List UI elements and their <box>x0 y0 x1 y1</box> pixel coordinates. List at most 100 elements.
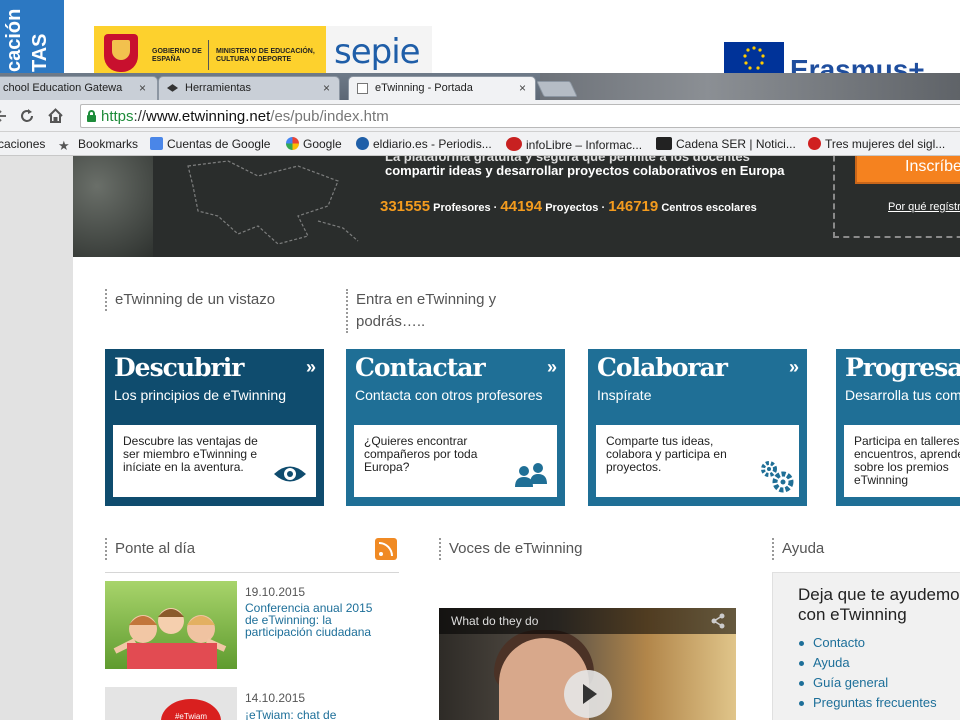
card-text: ¿Quieres encontrar compañeros por toda E… <box>364 434 478 474</box>
card-arrow-icon[interactable]: » <box>547 357 557 378</box>
gears-icon <box>761 461 794 493</box>
bookmark-tres-mujeres[interactable]: Tres mujeres del sigl... <box>808 137 945 151</box>
card-body: Descubre las ventajas de ser miembro eTw… <box>113 425 316 497</box>
video-player[interactable]: What do they do <box>439 608 736 720</box>
help-link-ayuda[interactable]: Ayuda <box>799 655 937 675</box>
card-title: Descubrir <box>114 353 244 382</box>
play-icon[interactable] <box>564 670 612 718</box>
news-divider <box>105 572 399 573</box>
new-tab-button[interactable] <box>536 81 578 97</box>
etwiam-badge: #eTwiam <box>161 699 221 720</box>
card-arrow-icon[interactable]: » <box>306 357 316 378</box>
hero-stats: 331555 Profesores · 44194 Proyectos · 14… <box>380 198 757 215</box>
card-contactar[interactable]: Contactar » Contacta con otros profesore… <box>346 349 565 506</box>
ser-icon <box>656 137 672 150</box>
why-register-link[interactable]: Por qué regístrarse <box>888 201 960 213</box>
news-date: 19.10.2015 <box>245 585 306 599</box>
bookmarks-bar: caciones ★ Bookmarks Cuentas de Google Go… <box>0 132 960 156</box>
gov-logo-divider <box>208 40 209 70</box>
google-g-icon <box>286 137 299 150</box>
reload-icon[interactable] <box>19 108 35 124</box>
news-image-children[interactable] <box>105 581 237 669</box>
card-title: Contactar <box>355 353 486 382</box>
stat-teachers-number: 331555 <box>380 198 431 215</box>
register-button[interactable]: Inscríbete <box>855 156 960 184</box>
z-icon <box>808 137 821 150</box>
slide-left-text: cación <box>3 8 25 72</box>
help-box: Deja que te ayudemos con eTwinning Conta… <box>772 572 960 720</box>
help-links: Contacto Ayuda Guía general Preguntas fr… <box>799 635 937 715</box>
page-icon <box>357 83 368 94</box>
section-heading-glance: eTwinning de un vistazo <box>105 289 275 311</box>
help-link-faq[interactable]: Preguntas frecuentes <box>799 695 937 715</box>
card-subtitle: Inspírate <box>597 387 652 403</box>
tab-etwinning-portada[interactable]: eTwinning - Portada × <box>348 76 536 100</box>
section-heading-help: Ayuda <box>772 538 824 560</box>
stat-schools-number: 146719 <box>608 198 659 215</box>
close-tab-icon[interactable]: × <box>519 81 526 95</box>
bookmark-cuentas-google[interactable]: Cuentas de Google <box>150 137 270 151</box>
eldiario-icon <box>356 137 369 150</box>
section-heading-voices: Voces de eTwinning <box>439 538 582 560</box>
bookmark-item[interactable]: caciones <box>0 137 45 151</box>
back-arrow-icon[interactable] <box>0 109 8 123</box>
eye-icon <box>274 466 306 482</box>
hero-banner: La plataforma gratuita y segura que perm… <box>73 156 960 257</box>
hero-photo <box>73 156 153 257</box>
eu-flag-icon <box>724 42 784 75</box>
browser-tab-strip: chool Education Gatewa × Herramientas × … <box>0 73 960 100</box>
tab-label: eTwinning - Portada <box>375 82 473 94</box>
share-icon[interactable] <box>710 613 726 629</box>
bookmark-infolibre[interactable]: infoLibre – Informac... <box>506 137 642 152</box>
news-date: 14.10.2015 <box>245 691 306 705</box>
help-title: Deja que te ayudemos con eTwinning <box>798 585 960 624</box>
graduation-cap-icon <box>167 84 178 92</box>
tab-school-education-gateway[interactable]: chool Education Gatewa × <box>0 76 158 100</box>
news-title-link[interactable]: Conferencia anual 2015 de eTwinning: la … <box>245 602 385 638</box>
tab-herramientas[interactable]: Herramientas × <box>158 76 340 100</box>
bookmark-eldiario[interactable]: eldiario.es - Periodis... <box>356 137 492 151</box>
card-text: Descubre las ventajas de ser miembro eTw… <box>123 434 258 474</box>
help-link-guia-general[interactable]: Guía general <box>799 675 937 695</box>
browser-toolbar: https://www.etwinning.net/es/pub/index.h… <box>0 100 960 132</box>
card-colaborar[interactable]: Colaborar » Inspírate Comparte tus ideas… <box>588 349 807 506</box>
video-title: What do they do <box>451 614 539 628</box>
address-bar[interactable]: https://www.etwinning.net/es/pub/index.h… <box>80 104 960 128</box>
card-body: Participa en talleres, encuentros, apren… <box>844 425 960 497</box>
people-icon <box>515 463 547 487</box>
ministry-logo-text: MINISTERIO DE EDUCACIÓN, CULTURA Y DEPOR… <box>216 48 315 63</box>
card-subtitle: Contacta con otros profesores <box>355 387 543 403</box>
home-icon[interactable] <box>47 107 64 124</box>
section-heading-news: Ponte al día <box>105 538 195 560</box>
section-heading-join: Entra en eTwinning y podrás….. <box>346 289 546 333</box>
card-progresar[interactable]: Progresar Desarrolla tus competencias Pa… <box>836 349 960 506</box>
card-arrow-icon[interactable]: » <box>789 357 799 378</box>
bookmark-google[interactable]: Google <box>286 137 342 151</box>
bookmark-bookmarks[interactable]: ★ Bookmarks <box>58 137 138 153</box>
government-logo: GOBIERNO DE ESPAÑA MINISTERIO DE EDUCACI… <box>94 26 326 75</box>
news-title-link[interactable]: ¡eTwiam: chat de <box>245 709 385 720</box>
card-body: Comparte tus ideas, colabora y participa… <box>596 425 799 497</box>
close-tab-icon[interactable]: × <box>323 81 330 95</box>
card-body: ¿Quieres encontrar compañeros por toda E… <box>354 425 557 497</box>
tab-label: chool Education Gatewa <box>3 82 123 94</box>
lock-icon <box>87 110 96 122</box>
tab-label: Herramientas <box>185 82 252 94</box>
help-link-contacto[interactable]: Contacto <box>799 635 937 655</box>
card-text: Participa en talleres, encuentros, apren… <box>854 434 960 487</box>
star-icon: ★ <box>58 138 70 153</box>
card-title: Colaborar <box>597 353 728 382</box>
google-g-icon <box>150 137 163 150</box>
rss-icon[interactable] <box>375 538 397 560</box>
europe-map-icon <box>187 160 359 245</box>
close-tab-icon[interactable]: × <box>139 81 146 95</box>
stat-projects-number: 44194 <box>500 198 543 215</box>
news-image-etwiam[interactable]: #eTwiam <box>105 687 237 720</box>
sepie-logo: sepie <box>326 26 432 75</box>
slide-left-text-2: TAS <box>29 33 51 72</box>
card-descubrir[interactable]: Descubrir » Los principios de eTwinning … <box>105 349 324 506</box>
sepie-logo-text: sepie <box>334 32 421 72</box>
gov-logo-text: GOBIERNO DE ESPAÑA <box>152 48 202 63</box>
hero-headline: La plataforma gratuita y segura que perm… <box>385 156 785 178</box>
bookmark-cadena-ser[interactable]: Cadena SER | Notici... <box>656 137 796 151</box>
